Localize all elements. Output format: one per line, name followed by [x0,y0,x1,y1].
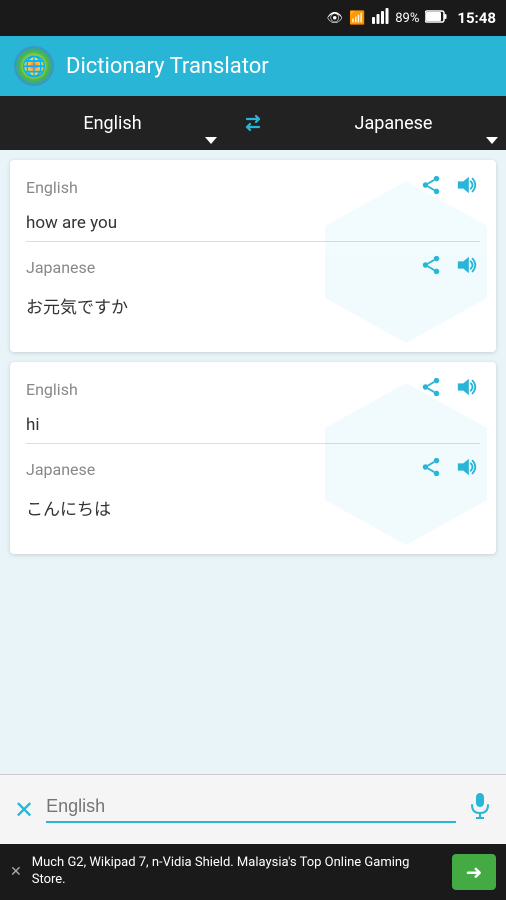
card1-source-lang-label: English [26,178,78,197]
card2-target-share-icon[interactable] [420,456,442,483]
card2-arrow [492,442,496,474]
swap-icon [239,109,267,137]
network-icon [371,7,389,29]
translation-card-2: English [10,362,496,554]
input-clear-button[interactable]: ✕ [14,796,34,824]
card2-source-speaker-icon[interactable] [454,376,480,403]
app-title: Dictionary Translator [66,54,269,79]
card2-target-actions [420,456,480,483]
search-input[interactable] [46,796,456,823]
target-lang-dropdown-arrow [486,137,498,144]
battery-icon [425,10,447,27]
ad-text: Much G2, Wikipad 7, n-Vidia Shield. Mala… [32,855,442,889]
language-selector-bar: English Japanese [0,96,506,150]
translation-card-1: English [10,160,496,352]
card1-target-lang-row: Japanese [26,254,480,281]
target-language-label: Japanese [355,113,433,134]
card1-target-lang-label: Japanese [26,258,95,277]
ad-banner: ✕ Much G2, Wikipad 7, n-Vidia Shield. Ma… [0,844,506,900]
source-language-label: English [83,113,141,134]
source-lang-dropdown-arrow [205,137,217,144]
ad-arrow-icon: ➜ [466,860,483,884]
card2-source-share-icon[interactable] [420,376,442,403]
card2-target-lang-label: Japanese [26,460,95,479]
wifi-icon: 📶 [349,11,365,26]
time-display: 15:48 [457,9,496,27]
target-language-button[interactable]: Japanese [281,96,506,150]
ad-cta-button[interactable]: ➜ [452,854,496,890]
card1-target-speaker-icon[interactable] [454,254,480,281]
card1-target-text: お元気ですか [26,287,480,326]
card1-source-speaker-icon[interactable] [454,174,480,201]
card1-arrow [492,240,496,272]
input-bar: ✕ [0,774,506,844]
card1-source-share-icon[interactable] [420,174,442,201]
main-content: English [0,150,506,774]
card2-target-lang-row: Japanese [26,456,480,483]
card1-source-lang-row: English [26,174,480,201]
card1-target-share-icon[interactable] [420,254,442,281]
swap-languages-button[interactable] [225,96,281,150]
card1-source-actions [420,174,480,201]
card2-source-lang-label: English [26,380,78,399]
card2-source-text: hi [26,409,480,444]
signal-icon: 👁 [327,11,344,26]
card2-target-text: こんにちは [26,489,480,528]
source-language-button[interactable]: English [0,96,225,150]
ad-close-button[interactable]: ✕ [10,864,22,880]
status-bar: 👁 📶 89% 15:48 [0,0,506,36]
app-bar: 🌐 Dictionary Translator [0,36,506,96]
app-logo: 🌐 [14,46,54,86]
battery-label: 89% [395,11,419,26]
card2-source-lang-row: English [26,376,480,403]
card2-target-speaker-icon[interactable] [454,456,480,483]
card1-source-text: how are you [26,207,480,242]
card1-target-actions [420,254,480,281]
microphone-icon[interactable] [468,792,492,827]
card2-source-actions [420,376,480,403]
